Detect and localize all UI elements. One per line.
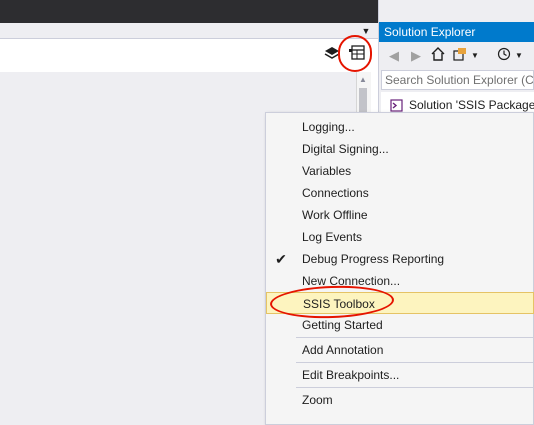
menu-item-label: Work Offline [302, 208, 368, 222]
scroll-up-icon[interactable]: ▲ [356, 73, 370, 87]
menu-item-label: Variables [302, 164, 352, 178]
menu-separator [296, 362, 534, 363]
forward-icon[interactable]: ▶ [408, 47, 424, 65]
home-icon[interactable] [430, 47, 446, 65]
solution-icon [390, 99, 403, 112]
menu-item-label: Edit Breakpoints... [302, 368, 400, 382]
annotation-circle [338, 35, 372, 72]
menu-item-label: Digital Signing... [302, 142, 389, 156]
menu-item-label: Zoom [302, 393, 333, 407]
menu-item-label: Debug Progress Reporting [302, 252, 445, 266]
menu-item-digital-signing[interactable]: Digital Signing... [266, 138, 534, 160]
window-title-strip [0, 0, 378, 24]
sync-icon[interactable] [452, 47, 468, 65]
search-input[interactable]: Search Solution Explorer (Ct [381, 70, 534, 90]
designer-toolbar [0, 38, 378, 73]
solution-label: Solution 'SSIS Package [409, 98, 534, 112]
menu-separator [296, 337, 534, 338]
menu-item-label: Log Events [302, 230, 363, 244]
menu-item-variables[interactable]: Variables [266, 160, 534, 182]
chevron-down-icon[interactable]: ▼ [514, 47, 524, 65]
menu-item-work-offline[interactable]: Work Offline [266, 204, 534, 226]
solution-explorer-title: Solution Explorer [379, 22, 534, 42]
tab-well [0, 23, 378, 38]
menu-item-label: Logging... [302, 120, 355, 134]
back-icon[interactable]: ◀ [386, 47, 402, 65]
menu-item-log-events[interactable]: Log Events [266, 226, 534, 248]
menu-item-edit-breakpoints[interactable]: Edit Breakpoints... [266, 364, 534, 386]
menu-separator [296, 387, 534, 388]
menu-item-debug-progress-reporting[interactable]: ✔ Debug Progress Reporting [266, 248, 534, 270]
menu-item-connections[interactable]: Connections [266, 182, 534, 204]
chevron-down-icon[interactable]: ▼ [470, 47, 480, 65]
menu-item-zoom[interactable]: Zoom [266, 389, 534, 411]
menu-item-label: Connections [302, 186, 369, 200]
checkmark-icon: ✔ [275, 251, 287, 267]
menu-item-logging[interactable]: Logging... [266, 116, 534, 138]
menu-item-add-annotation[interactable]: Add Annotation [266, 339, 534, 361]
menu-item-label: Add Annotation [302, 343, 384, 357]
history-icon[interactable] [496, 47, 512, 65]
